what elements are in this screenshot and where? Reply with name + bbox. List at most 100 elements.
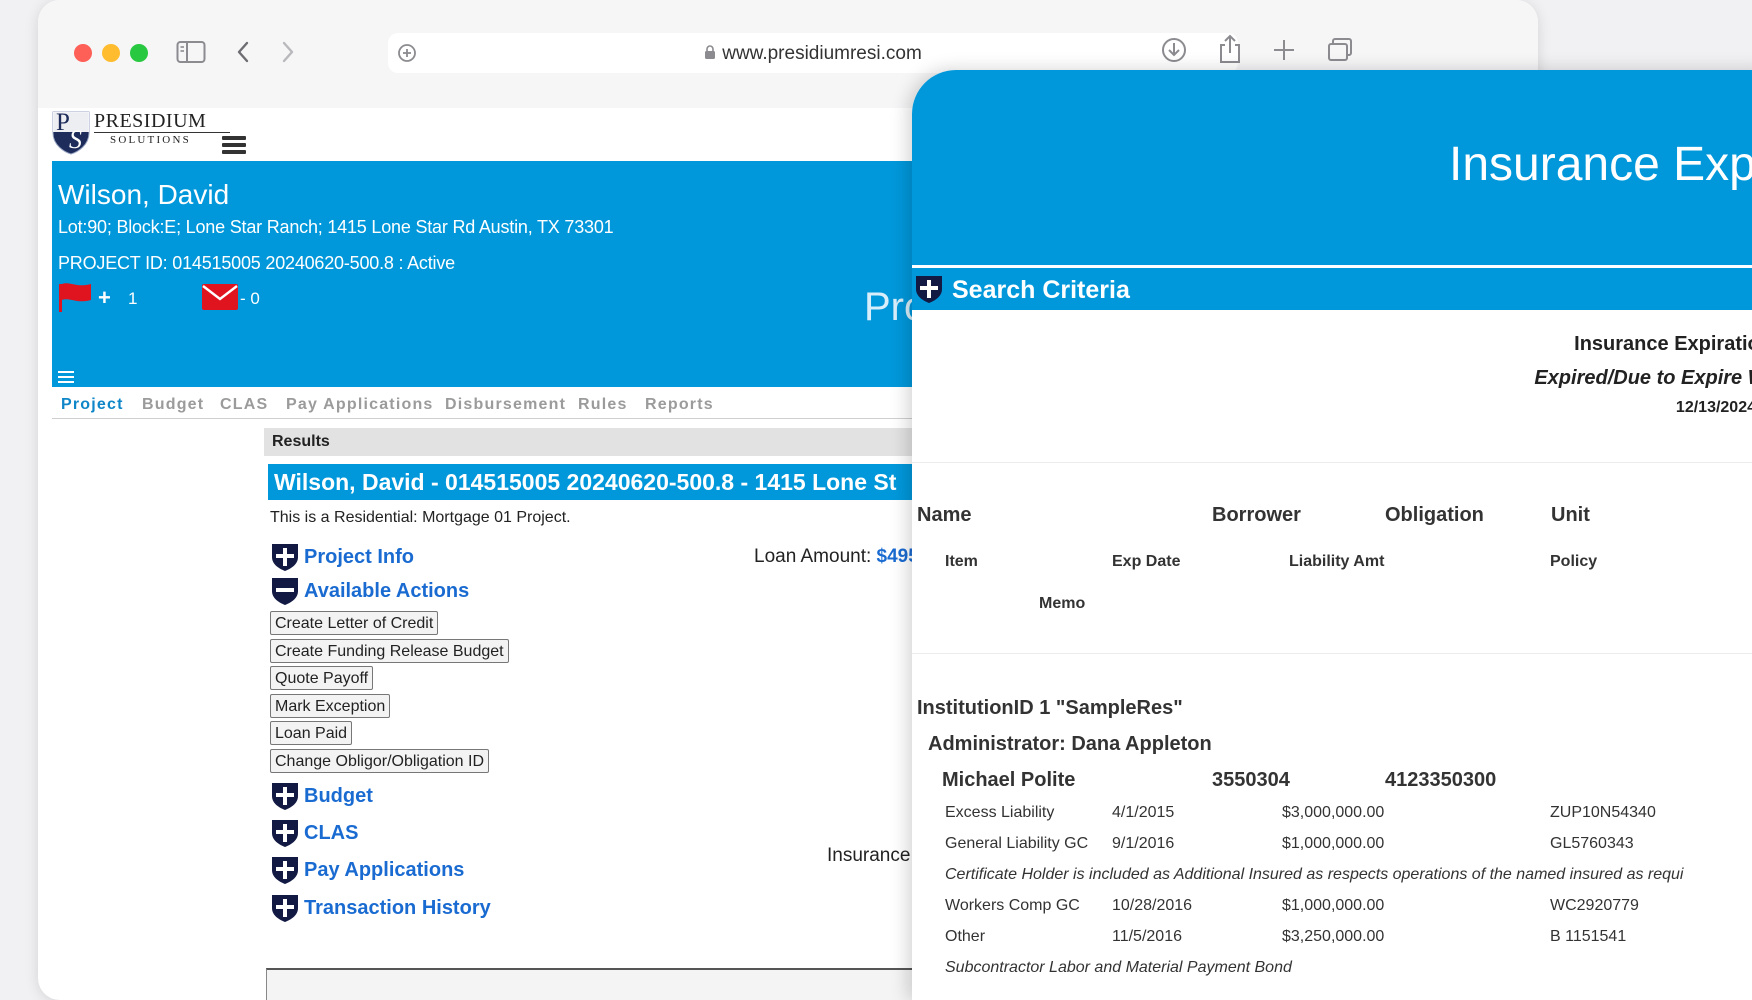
new-tab-icon[interactable] <box>1272 38 1296 62</box>
loan-amount-label: Loan Amount: <box>754 546 877 567</box>
loan-paid-button[interactable]: Loan Paid <box>270 721 353 745</box>
transaction-history-link[interactable]: Transaction History <box>304 897 491 920</box>
project-header: Wilson, David Lot:90; Block:E; Lone Star… <box>52 161 935 387</box>
table-cell: 4/1/2015 <box>1112 804 1175 821</box>
section-budget[interactable]: Budget <box>270 781 373 811</box>
table-cell: $3,000,000.00 <box>1282 804 1385 821</box>
expand-shield-icon[interactable] <box>270 542 300 572</box>
section-available-actions[interactable]: Available Actions <box>270 576 469 606</box>
mail-icon[interactable] <box>202 284 238 310</box>
quote-payoff-button[interactable]: Quote Payoff <box>270 666 374 690</box>
tab-pay-applications[interactable]: Pay Applications <box>286 396 434 414</box>
expand-shield-icon[interactable] <box>270 781 300 811</box>
table-cell: B 1151541 <box>1550 928 1627 945</box>
tab-reports[interactable]: Reports <box>645 396 714 414</box>
table-cell: WC2920779 <box>1550 897 1639 914</box>
section-transaction-history[interactable]: Transaction History <box>270 893 491 923</box>
forward-arrow-icon[interactable] <box>280 40 296 64</box>
results-title-bar: Wilson, David - 014515005 20240620-500.8… <box>268 464 934 500</box>
url-text: www.presidiumresi.com <box>388 43 1238 65</box>
table-cell: ZUP10N54340 <box>1550 804 1656 821</box>
table-cell: $1,000,000.00 <box>1282 835 1385 852</box>
project-id: PROJECT ID: 014515005 20240620-500.8 : A… <box>58 253 455 273</box>
lock-icon <box>705 45 716 59</box>
tab-budget[interactable]: Budget <box>142 396 204 414</box>
results-header: Results <box>264 428 934 456</box>
tab-overview-icon[interactable] <box>1326 36 1354 64</box>
borrower-name: Wilson, David <box>58 179 230 210</box>
header-memo: Memo <box>1039 595 1086 612</box>
create-letter-of-credit-button[interactable]: Create Letter of Credit <box>270 611 439 635</box>
criteria-title: Insurance Expiration <box>1574 333 1752 355</box>
results-title: Wilson, David - 014515005 20240620-500.8… <box>274 469 897 495</box>
search-criteria-bar[interactable]: Search Criteria <box>912 268 1752 310</box>
table-cell: General Liability GC <box>945 835 1089 852</box>
sidebar-toggle-icon[interactable] <box>176 40 206 64</box>
table-cell: 11/5/2016 <box>1112 928 1182 945</box>
tab-disbursement[interactable]: Disbursement <box>445 396 566 414</box>
expand-shield-icon[interactable] <box>914 274 944 304</box>
project-tabs: Project Budget CLAS Pay Applications Dis… <box>52 388 926 419</box>
table-cell: Workers Comp GC <box>945 897 1080 914</box>
header-name: Name <box>917 504 972 526</box>
tab-rules[interactable]: Rules <box>578 396 628 414</box>
zoom-window-button[interactable] <box>130 44 148 62</box>
borrower-row-name: Michael Polite <box>942 769 1076 791</box>
insurance-expiration-popup: Insurance Expi Search Criteria Insurance… <box>912 70 1752 1000</box>
close-window-button[interactable] <box>74 44 92 62</box>
mark-exception-button[interactable]: Mark Exception <box>270 694 391 718</box>
expand-shield-icon[interactable] <box>270 855 300 885</box>
flag-icon[interactable] <box>58 282 92 312</box>
project-description: This is a Residential: Mortgage 01 Proje… <box>270 509 571 526</box>
downloads-icon[interactable] <box>1160 36 1188 64</box>
results-header-label: Results <box>272 433 330 450</box>
institution-heading: InstitutionID 1 "SampleRes" <box>917 697 1183 719</box>
memo-text: Subcontractor Labor and Material Payment… <box>945 959 1292 976</box>
available-actions-link[interactable]: Available Actions <box>304 580 469 603</box>
project-info-link[interactable]: Project Info <box>304 546 414 569</box>
header-unit: Unit <box>1551 504 1590 526</box>
table-cell: GL5760343 <box>1550 835 1634 852</box>
table-cell: $3,250,000.00 <box>1282 928 1385 945</box>
header-liability-amt: Liability Amt <box>1289 553 1385 570</box>
search-criteria-label[interactable]: Search Criteria <box>952 276 1130 305</box>
minimize-window-button[interactable] <box>102 44 120 62</box>
logo-subtitle: SOLUTIONS <box>110 134 191 146</box>
main-menu-icon[interactable] <box>222 136 246 157</box>
expand-shield-icon[interactable] <box>270 893 300 923</box>
table-cell: Excess Liability <box>945 804 1055 821</box>
embedded-panel <box>266 968 935 1000</box>
pay-applications-link[interactable]: Pay Applications <box>304 859 464 882</box>
create-funding-release-budget-button[interactable]: Create Funding Release Budget <box>270 639 509 663</box>
flag-count: 1 <box>128 289 138 308</box>
criteria-date: 12/13/2024 <box>1675 399 1752 416</box>
budget-link[interactable]: Budget <box>304 785 373 808</box>
address-bar[interactable]: www.presidiumresi.com <box>388 33 1238 73</box>
flag-plus[interactable]: + <box>98 285 111 311</box>
header-item: Item <box>945 553 978 570</box>
property-address: Lot:90; Block:E; Lone Star Ranch; 1415 L… <box>58 217 614 237</box>
table-cell: Other <box>945 928 986 945</box>
criteria-subtitle: Expired/Due to Expire Wi <box>1534 367 1752 389</box>
table-cell: 10/28/2016 <box>1112 897 1193 914</box>
section-pay-applications[interactable]: Pay Applications <box>270 855 464 885</box>
tab-clas[interactable]: CLAS <box>220 396 268 414</box>
borrower-row-obligation: 4123350300 <box>1385 769 1497 791</box>
share-icon[interactable] <box>1218 34 1242 64</box>
section-clas[interactable]: CLAS <box>270 818 358 848</box>
back-arrow-icon[interactable] <box>235 40 251 64</box>
header-borrower: Borrower <box>1212 504 1301 526</box>
collapse-shield-icon[interactable] <box>270 576 300 606</box>
logo-wordmark: PRESIDIUM <box>94 110 207 132</box>
tab-project[interactable]: Project <box>61 396 124 414</box>
table-cell: 9/1/2016 <box>1112 835 1175 852</box>
popup-header: Insurance Expi <box>912 70 1752 265</box>
section-project-info[interactable]: Project Info <box>270 542 414 572</box>
clas-link[interactable]: CLAS <box>304 822 358 845</box>
borrower-row-borrower: 3550304 <box>1212 769 1290 791</box>
secondary-menu-icon[interactable] <box>58 371 74 386</box>
change-obligor-button[interactable]: Change Obligor/Obligation ID <box>270 749 490 773</box>
expand-shield-icon[interactable] <box>270 818 300 848</box>
popup-title: Insurance Expi <box>1449 138 1752 191</box>
administrator-heading: Administrator: Dana Appleton <box>928 733 1212 755</box>
